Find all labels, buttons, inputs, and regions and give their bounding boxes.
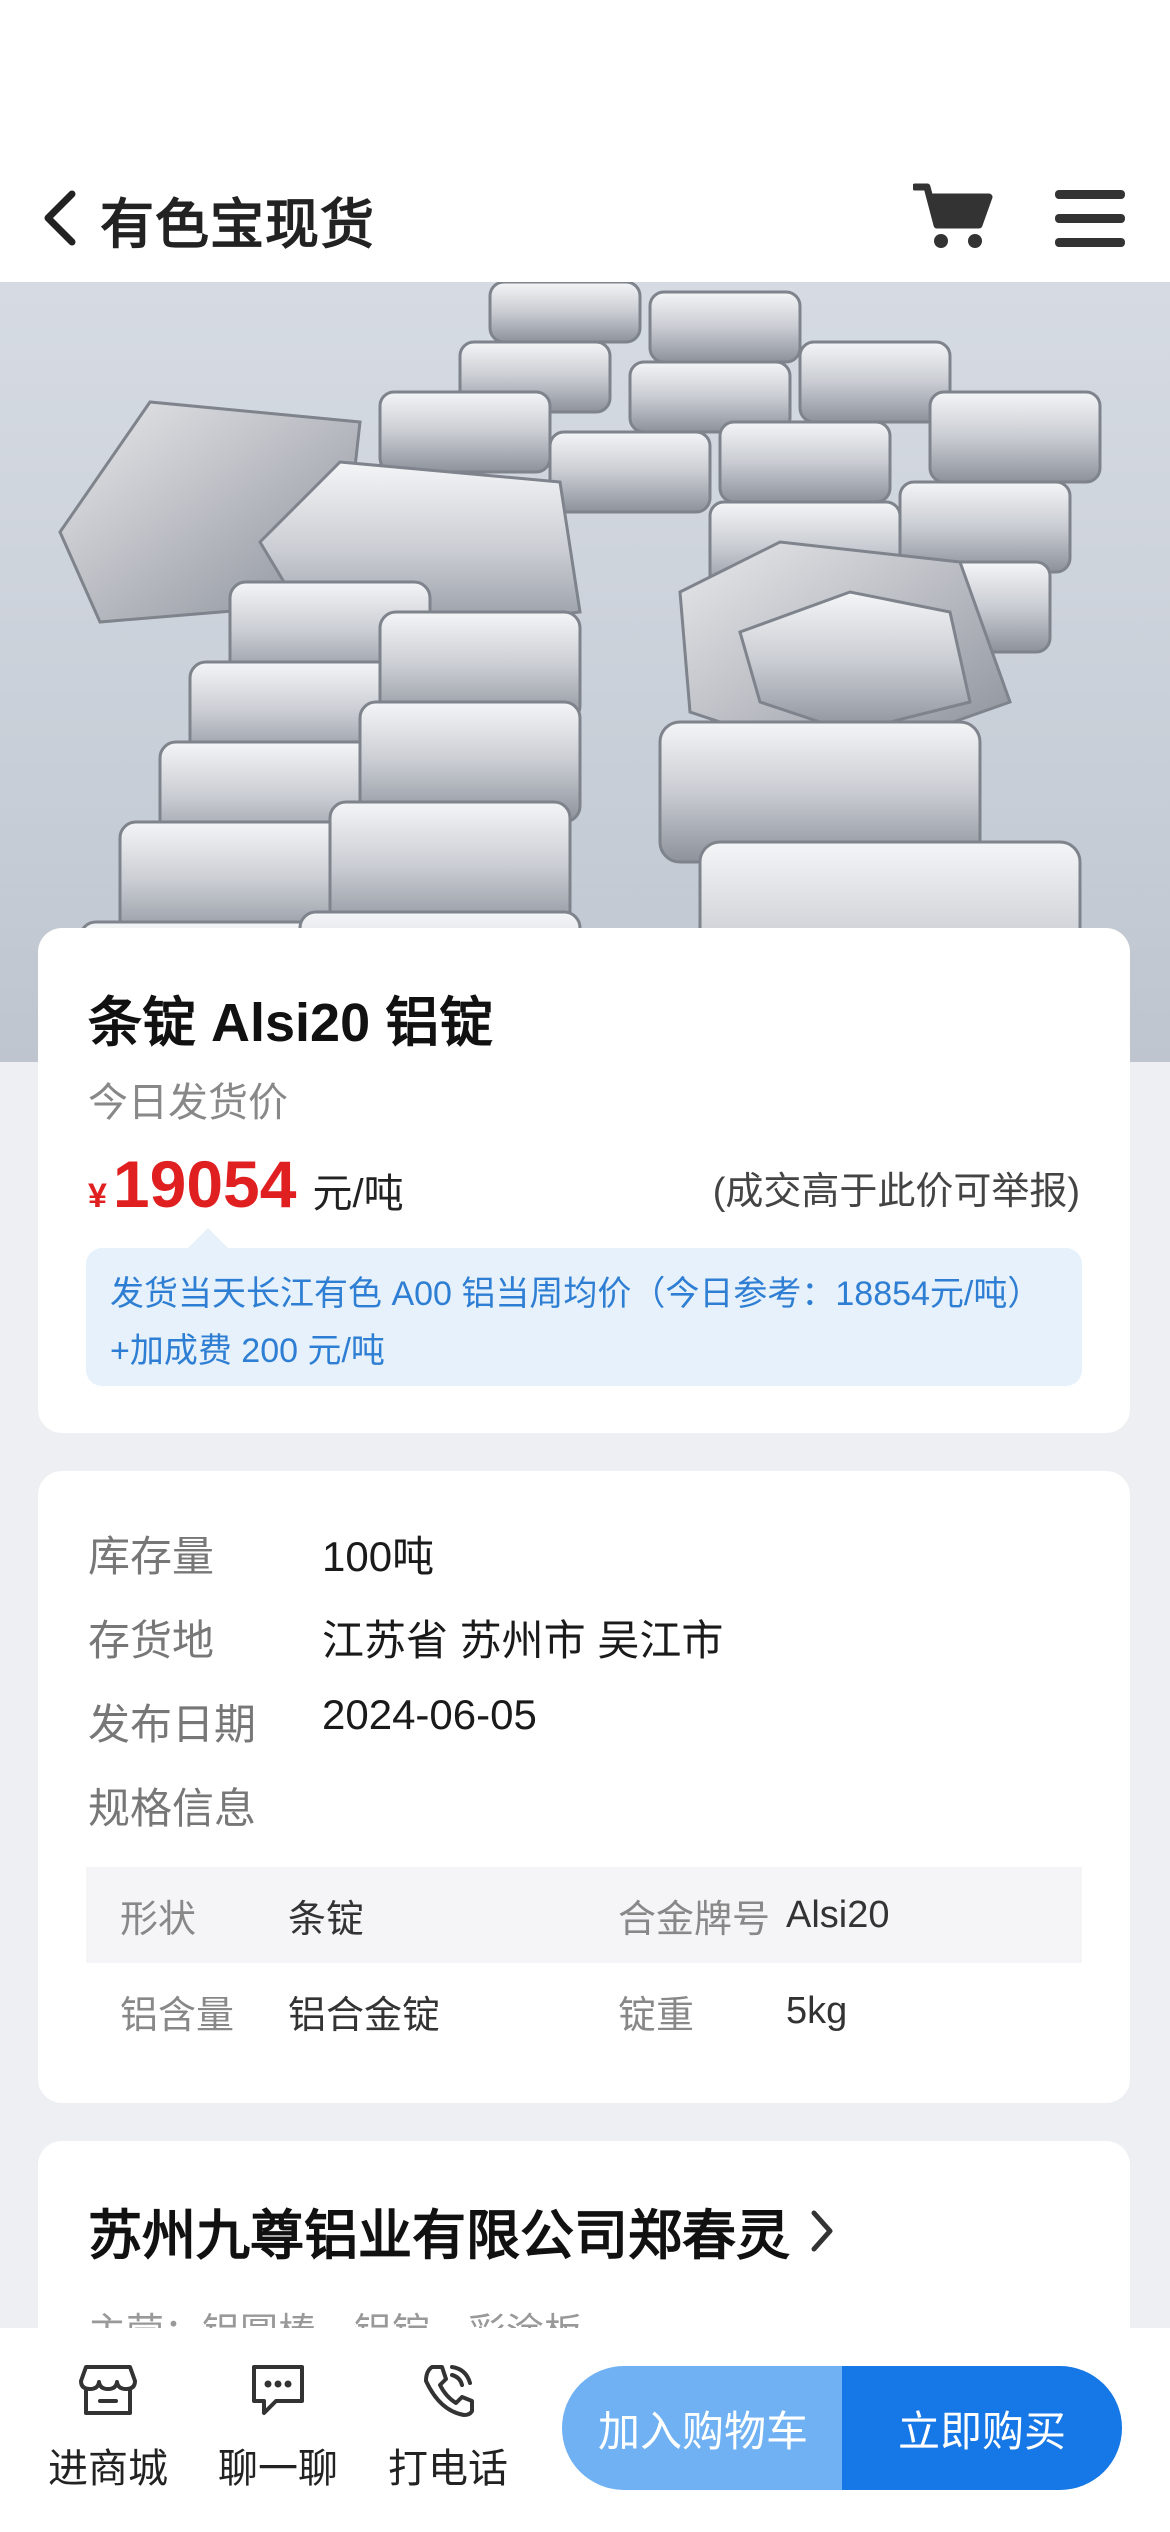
phone-icon — [416, 2358, 480, 2422]
spec-label: 铝含量 — [120, 1994, 235, 2037]
spec-label: 合金牌号 — [618, 1898, 771, 1941]
info-row-stock: 库存量 100吨 — [88, 1523, 434, 1584]
info-row-location: 存货地 江苏省 苏州市 吴江市 — [88, 1607, 723, 1668]
info-label: 存货地 — [88, 1617, 215, 1664]
product-card: 条锭 Alsi20 铝锭 今日发货价 ¥ 19054 元/吨 (成交高于此价可举… — [38, 928, 1130, 1433]
table-row: 铝含量 铝合金锭 锭重 5kg — [86, 1963, 1082, 2059]
bottom-action-bar: 进商城 聊一聊 打电话 加入购物车 立即购买 — [0, 2328, 1170, 2532]
info-row-date: 发布日期 2024-06-05 — [88, 1691, 537, 1752]
tab-store[interactable]: 进商城 — [38, 2358, 178, 2494]
spec-label: 锭重 — [618, 1994, 695, 2037]
spec-label: 形状 — [120, 1898, 197, 1941]
currency-symbol: ¥ — [88, 1177, 107, 1215]
spec-value: 5kg — [786, 1989, 848, 2032]
tip-arrow — [186, 1228, 230, 1250]
tab-chat[interactable]: 聊一聊 — [208, 2358, 348, 2494]
spec-value: 铝合金锭 — [288, 1994, 441, 2037]
tab-label: 打电话 — [388, 2447, 508, 2491]
chevron-right-icon — [808, 2207, 836, 2255]
status-bar — [0, 0, 1170, 150]
tab-phone[interactable]: 打电话 — [378, 2358, 518, 2494]
cart-icon — [913, 183, 993, 248]
shop-name: 苏州九尊铝业有限公司郑春灵 — [88, 2206, 790, 2266]
nav-bar: 有色宝现货 — [0, 150, 1170, 282]
tab-label: 聊一聊 — [218, 2447, 338, 2491]
price-value: 19054 — [112, 1147, 297, 1221]
info-row-spec: 规格信息 — [88, 1775, 322, 1836]
price-tip: 发货当天长江有色 A00 铝当周均价（今日参考：18854元/吨）+加成费 20… — [86, 1248, 1082, 1386]
report-note: (成交高于此价可举报) — [712, 1171, 1080, 1213]
info-label: 发布日期 — [88, 1701, 257, 1748]
price-row: ¥ 19054 元/吨 — [88, 1146, 404, 1221]
info-value: 2024-06-05 — [322, 1691, 537, 1738]
add-to-cart-button[interactable]: 加入购物车 — [562, 2366, 844, 2490]
info-value: 100吨 — [322, 1533, 435, 1580]
spec-value: 条锭 — [288, 1898, 365, 1941]
chevron-left-icon — [44, 190, 76, 246]
table-row: 形状 条锭 合金牌号 Alsi20 — [86, 1867, 1082, 1963]
info-value: 江苏省 苏州市 吴江市 — [322, 1617, 724, 1664]
product-title: 条锭 Alsi20 铝锭 — [88, 993, 494, 1053]
info-label: 规格信息 — [88, 1785, 257, 1832]
spec-table: 形状 条锭 合金牌号 Alsi20 铝含量 铝合金锭 锭重 5kg — [86, 1867, 1082, 2059]
cart-button[interactable] — [908, 172, 998, 262]
buy-now-button[interactable]: 立即购买 — [842, 2366, 1122, 2490]
back-button[interactable] — [36, 186, 84, 250]
store-icon — [76, 2358, 140, 2422]
shop-name-link[interactable]: 苏州九尊铝业有限公司郑春灵 — [88, 2191, 836, 2270]
spec-value: Alsi20 — [786, 1893, 890, 1936]
info-card: 库存量 100吨 存货地 江苏省 苏州市 吴江市 发布日期 2024-06-05… — [38, 1471, 1130, 2103]
price-label: 今日发货价 — [88, 1081, 288, 1125]
menu-button[interactable] — [1050, 178, 1130, 258]
page-title: 有色宝现货 — [100, 195, 375, 255]
tab-label: 进商城 — [48, 2447, 168, 2491]
chat-icon — [246, 2358, 310, 2422]
info-label: 库存量 — [88, 1533, 215, 1580]
menu-icon — [1055, 190, 1125, 247]
price-unit: 元/吨 — [312, 1172, 404, 1216]
